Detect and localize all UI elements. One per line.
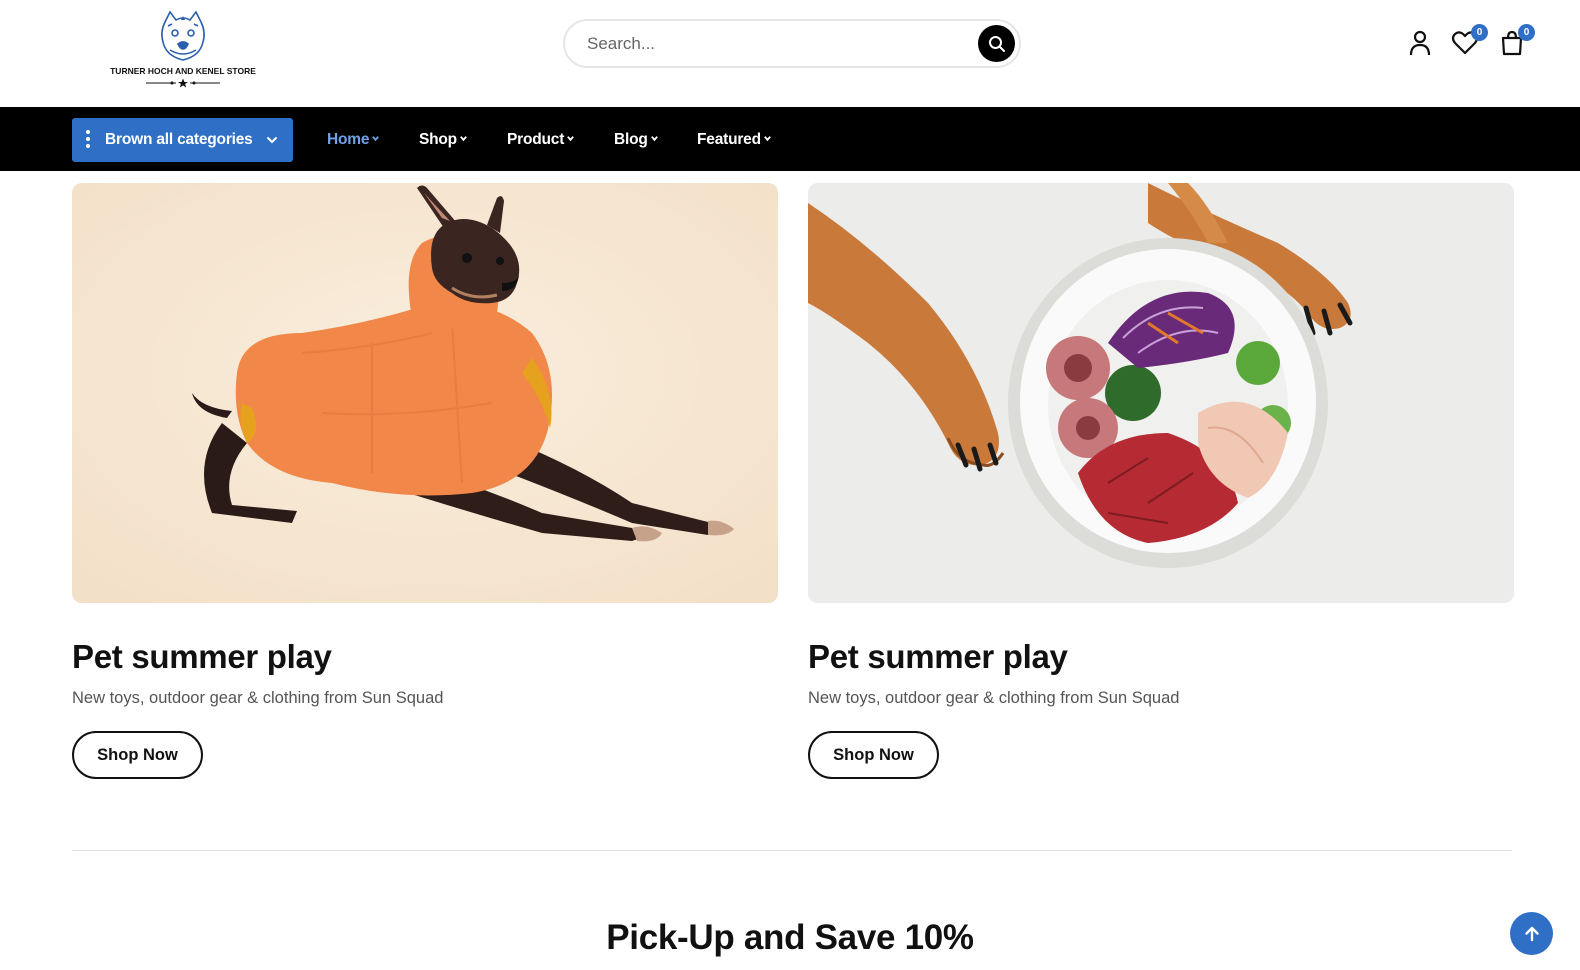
banner-title: Pet summer play (808, 638, 1068, 675)
search-button[interactable] (978, 25, 1015, 62)
dog-paws-with-food-bowl-illustration (808, 183, 1514, 603)
nav-item-label: Shop (419, 131, 457, 148)
banner-subtitle: New toys, outdoor gear & clothing from S… (808, 689, 1180, 707)
chevron-down-icon (763, 136, 771, 142)
banner-image-dog-jacket[interactable] (72, 183, 778, 603)
browse-categories-label: Brown all categories (105, 131, 253, 148)
chevron-down-icon (372, 136, 380, 142)
nav-item-shop[interactable]: Shop (419, 131, 468, 149)
search-input[interactable] (587, 31, 967, 57)
banner-title: Pet summer play (72, 638, 332, 675)
nav-item-label: Product (507, 131, 565, 148)
site-header: TURNER HOCH AND KENEL STORE 0 (0, 0, 1580, 107)
wishlist-count-badge: 0 (1471, 24, 1488, 41)
search-bar (563, 19, 1021, 68)
nav-item-featured[interactable]: Featured (697, 131, 772, 149)
logo-ornament-icon (146, 78, 220, 88)
shop-now-button[interactable]: Shop Now (808, 731, 939, 779)
vertical-dots-icon (86, 130, 90, 150)
logo-text: TURNER HOCH AND KENEL STORE (110, 66, 256, 76)
dog-in-orange-jacket-illustration (72, 183, 778, 603)
scroll-to-top-button[interactable] (1510, 912, 1553, 955)
nav-item-label: Featured (697, 131, 761, 148)
section-title: Pick-Up and Save 10% (606, 918, 974, 957)
banner-image-dog-food[interactable] (808, 183, 1514, 603)
cart-button[interactable]: 0 (1497, 24, 1535, 58)
shop-now-button[interactable]: Shop Now (72, 731, 203, 779)
user-icon (1409, 30, 1431, 56)
nav-item-home[interactable]: Home (327, 131, 380, 149)
browse-categories-button[interactable]: Brown all categories (72, 118, 293, 162)
bulldog-logo-icon (161, 10, 205, 61)
chevron-down-icon (567, 136, 575, 142)
nav-item-label: Blog (614, 131, 648, 148)
banner-subtitle: New toys, outdoor gear & clothing from S… (72, 689, 444, 707)
main-navigation: Brown all categories Home Shop Product B… (0, 107, 1580, 171)
section-divider (72, 850, 1512, 851)
nav-item-product[interactable]: Product (507, 131, 575, 149)
nav-item-blog[interactable]: Blog (614, 131, 659, 149)
nav-item-label: Home (327, 131, 370, 148)
store-logo[interactable]: TURNER HOCH AND KENEL STORE (108, 8, 258, 92)
chevron-down-icon (267, 137, 277, 144)
search-icon (988, 35, 1005, 52)
wishlist-button[interactable]: 0 (1450, 24, 1488, 58)
cart-count-badge: 0 (1518, 24, 1535, 41)
chevron-down-icon (650, 136, 658, 142)
account-button[interactable] (1405, 28, 1435, 58)
arrow-up-icon (1524, 926, 1539, 941)
chevron-down-icon (460, 136, 467, 142)
